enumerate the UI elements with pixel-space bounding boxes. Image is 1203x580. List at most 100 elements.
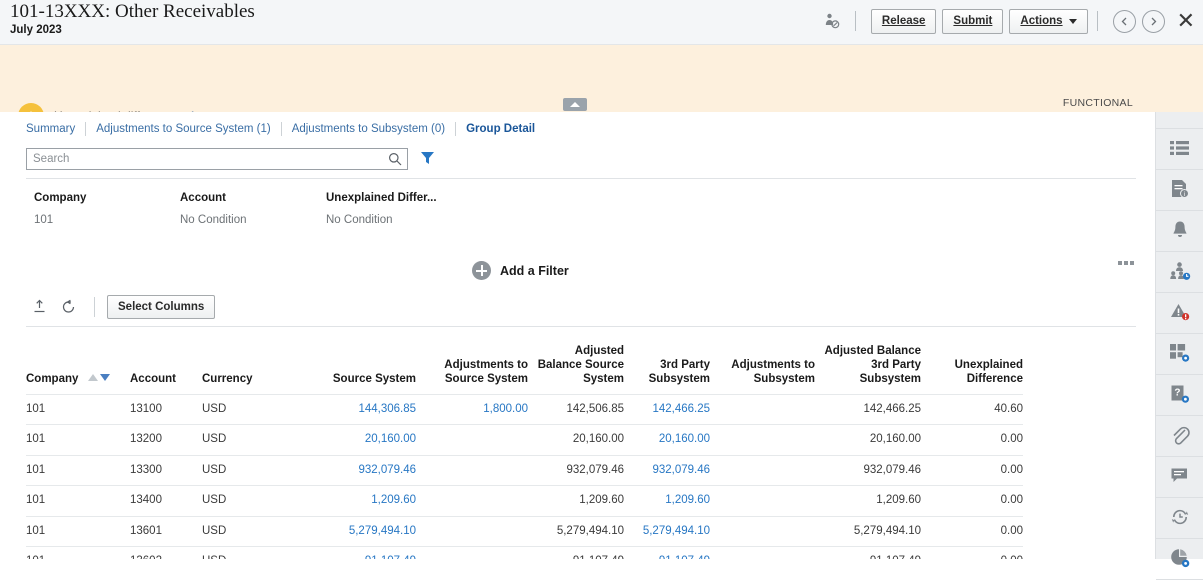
cell-3rd-party-subsystem[interactable]: 20,160.00 (624, 425, 710, 456)
cell-adjustments-to-source-system[interactable] (416, 455, 528, 486)
export-upload-icon[interactable] (26, 295, 52, 319)
rail-item-comments[interactable] (1156, 457, 1203, 498)
add-filter-button[interactable]: Add a Filter (472, 261, 569, 280)
cell-adjustments-to-source-system[interactable] (416, 547, 528, 560)
rail-item-dashboard[interactable] (1156, 334, 1203, 375)
select-columns-button[interactable]: Select Columns (107, 295, 215, 319)
cell-adjustments-to-source-system[interactable] (416, 516, 528, 547)
filter-chips: Company 101 Account No Condition Unexpla… (34, 192, 472, 226)
filter-chip-title: Account (180, 192, 295, 204)
chevron-left-circle-icon[interactable] (1113, 10, 1136, 33)
cell-adjustments-to-subsystem[interactable] (710, 516, 815, 547)
sort-ascending-icon[interactable] (88, 374, 98, 381)
search-box[interactable] (26, 148, 408, 170)
cell-adjustments-to-subsystem[interactable] (710, 394, 815, 425)
cell-3rd-party-subsystem[interactable]: 1,209.60 (624, 486, 710, 517)
table-row[interactable]: 101 13601 USD 5,279,494.10 5,279,494.10 … (26, 516, 1023, 547)
column-header-adjusted-balance-3rd-party-subsystem[interactable]: Adjusted Balance 3rd Party Subsystem (815, 328, 921, 394)
rail-item-list[interactable] (1156, 128, 1203, 170)
cell-currency: USD (202, 394, 306, 425)
rail-item-analytics[interactable] (1156, 539, 1203, 580)
rail-item-alerts[interactable] (1156, 293, 1203, 334)
column-header-unexplained-difference[interactable]: Unexplained Difference (921, 328, 1023, 394)
search-icon[interactable] (388, 152, 402, 169)
rail-item-team-schedule[interactable] (1156, 252, 1203, 293)
help-question-icon: ? (1170, 384, 1190, 407)
cell-account: 13601 (130, 516, 202, 547)
submit-button[interactable]: Submit (942, 9, 1003, 34)
cell-source-system[interactable]: 1,209.60 (306, 486, 416, 517)
rail-item-notifications[interactable] (1156, 211, 1203, 252)
column-header-company[interactable]: Company (26, 328, 130, 394)
cell-adjustments-to-source-system[interactable]: 1,800.00 (416, 394, 528, 425)
group-detail-table-wrap: Company Account Currency Source System A… (26, 328, 1136, 559)
column-header-account[interactable]: Account (130, 328, 202, 394)
cell-account: 13300 (130, 455, 202, 486)
cell-3rd-party-subsystem[interactable]: 5,279,494.10 (624, 516, 710, 547)
release-button[interactable]: Release (871, 9, 936, 34)
cell-adjustments-to-subsystem[interactable] (710, 547, 815, 560)
column-header-currency[interactable]: Currency (202, 328, 306, 394)
funnel-filter-icon[interactable] (420, 151, 435, 168)
cell-adjustments-to-subsystem[interactable] (710, 425, 815, 456)
sort-arrows[interactable] (88, 374, 110, 381)
tab-adjustments-subsystem[interactable]: Adjustments to Subsystem (0) (282, 122, 455, 136)
table-row[interactable]: 101 13602 USD 91,107.49 91,107.49 91,107… (26, 547, 1023, 560)
column-header-adjustments-to-subsystem[interactable]: Adjustments to Subsystem (710, 328, 815, 394)
chevron-right-circle-icon[interactable] (1142, 10, 1165, 33)
cell-source-system[interactable]: 932,079.46 (306, 455, 416, 486)
undo-refresh-icon[interactable] (56, 295, 82, 319)
rail-item-history[interactable] (1156, 498, 1203, 539)
cell-adjusted-balance-source-system: 91,107.49 (528, 547, 624, 560)
cell-source-system[interactable]: 144,306.85 (306, 394, 416, 425)
toolbar-divider (94, 297, 95, 317)
cell-source-system[interactable]: 20,160.00 (306, 425, 416, 456)
cell-adjusted-balance-3rd-party-subsystem: 5,279,494.10 (815, 516, 921, 547)
search-input[interactable] (27, 149, 389, 169)
dashboard-grid-icon (1169, 343, 1190, 366)
cell-company: 101 (26, 516, 130, 547)
cell-adjustments-to-source-system[interactable] (416, 486, 528, 517)
cell-adjustments-to-subsystem[interactable] (710, 455, 815, 486)
close-icon[interactable]: ✕ (1177, 12, 1195, 30)
filter-chip-title: Company (34, 192, 149, 204)
column-header-3rd-party-subsystem[interactable]: 3rd Party Subsystem (624, 328, 710, 394)
select-columns-label: Select Columns (118, 301, 204, 313)
actions-menu-button[interactable]: Actions (1009, 9, 1087, 34)
column-header-source-system[interactable]: Source System (306, 328, 416, 394)
table-row[interactable]: 101 13200 USD 20,160.00 20,160.00 20,160… (26, 425, 1023, 456)
cell-3rd-party-subsystem[interactable]: 91,107.49 (624, 547, 710, 560)
cell-adjusted-balance-source-system: 932,079.46 (528, 455, 624, 486)
cell-adjustments-to-subsystem[interactable] (710, 486, 815, 517)
cell-currency: USD (202, 455, 306, 486)
table-header-row: Company Account Currency Source System A… (26, 328, 1023, 394)
rail-item-document-info[interactable]: i (1156, 170, 1203, 211)
filter-chip-company[interactable]: Company 101 (34, 192, 180, 226)
rail-item-help[interactable]: ? (1156, 375, 1203, 416)
filter-chip-unexplained-difference[interactable]: Unexplained Differ... No Condition (326, 192, 472, 226)
table-head: Company Account Currency Source System A… (26, 328, 1023, 394)
tab-adjustments-source-system[interactable]: Adjustments to Source System (1) (86, 122, 280, 136)
tab-summary[interactable]: Summary (26, 122, 85, 136)
tab-group-detail[interactable]: Group Detail (456, 122, 545, 136)
cell-3rd-party-subsystem[interactable]: 932,079.46 (624, 455, 710, 486)
sort-descending-icon[interactable] (100, 374, 110, 381)
column-header-adjusted-balance-source-system[interactable]: Adjusted Balance Source System (528, 328, 624, 394)
overflow-dots-icon[interactable] (1118, 261, 1134, 265)
rail-item-attachments[interactable] (1156, 416, 1203, 457)
cell-3rd-party-subsystem[interactable]: 142,466.25 (624, 394, 710, 425)
functional-label: FUNCTIONAL (1063, 97, 1133, 109)
user-badge-icon[interactable] (818, 7, 846, 35)
banner-collapse-button[interactable] (563, 98, 587, 111)
table-row[interactable]: 101 13400 USD 1,209.60 1,209.60 1,209.60… (26, 486, 1023, 517)
cell-adjustments-to-source-system[interactable] (416, 425, 528, 456)
cell-source-system[interactable]: 91,107.49 (306, 547, 416, 560)
actions-label: Actions (1020, 15, 1062, 27)
cell-unexplained-difference: 0.00 (921, 516, 1023, 547)
cell-source-system[interactable]: 5,279,494.10 (306, 516, 416, 547)
header-divider-1 (855, 11, 856, 31)
table-row[interactable]: 101 13100 USD 144,306.85 1,800.00 142,50… (26, 394, 1023, 425)
filter-chip-account[interactable]: Account No Condition (180, 192, 326, 226)
column-header-adjustments-to-source-system[interactable]: Adjustments to Source System (416, 328, 528, 394)
table-row[interactable]: 101 13300 USD 932,079.46 932,079.46 932,… (26, 455, 1023, 486)
